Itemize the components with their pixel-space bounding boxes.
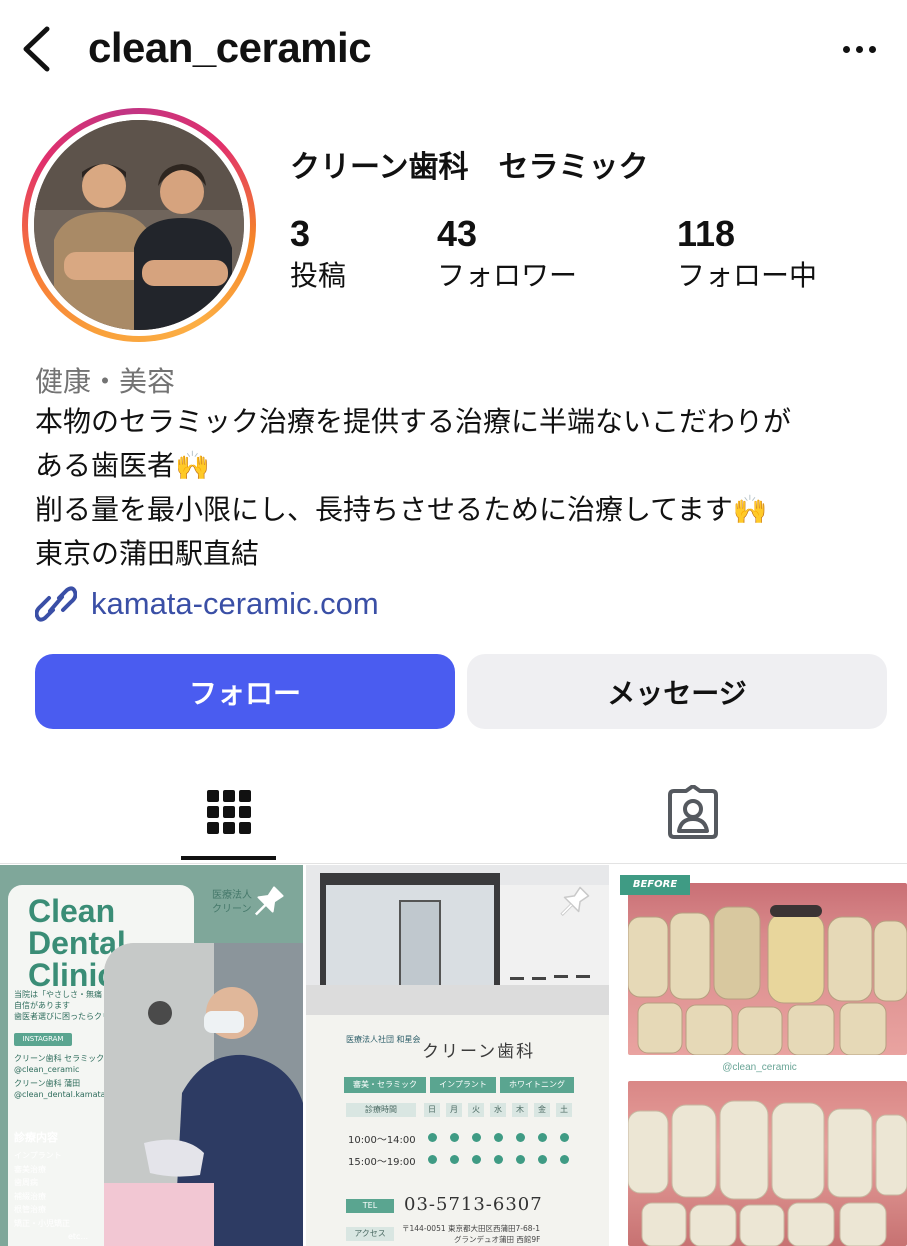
- dentist-photo: [104, 943, 303, 1246]
- tab-tagged[interactable]: [640, 760, 746, 864]
- profile-username: clean_ceramic: [88, 24, 372, 71]
- service-chip: ホワイトニング: [500, 1077, 574, 1093]
- post-tile[interactable]: BEFORE @clean_ceramic: [612, 865, 907, 1246]
- post-corner-text: 医療法人 クリーン: [212, 890, 252, 915]
- posts-count[interactable]: 3 投稿: [290, 214, 346, 294]
- instagram-tag: INSTAGRAM: [14, 1033, 72, 1046]
- bio-line: 東京の蒲田駅直結: [35, 537, 260, 570]
- back-button[interactable]: [14, 24, 58, 74]
- address: 〒144-0051 東京都大田区西蒲田7-68-1 グランデュオ蒲田 西館9F: [402, 1224, 541, 1244]
- hours-header: 診療時間: [346, 1103, 416, 1117]
- profile-link[interactable]: kamata-ceramic.com: [35, 584, 379, 624]
- followers-count[interactable]: 43 フォロワー: [437, 214, 577, 294]
- chevron-left-icon: [23, 26, 50, 72]
- services-list: インプラント 審美治療 歯周病 補綴治療 根管治療 矯正・小児矯正 etc...: [14, 1151, 89, 1241]
- display-name: クリーン歯科 セラミック: [290, 150, 649, 185]
- bio-line: 削る量を最小限にし、長持ちさせるために治療してます🙌: [35, 493, 768, 526]
- pin-icon: [254, 886, 284, 916]
- post-handle: @clean_ceramic: [722, 1062, 797, 1073]
- post-text: 自信があります: [14, 1001, 70, 1010]
- following-count-value: 118: [677, 213, 736, 254]
- profile-tabs: [0, 760, 907, 864]
- service-chip: インプラント: [430, 1077, 496, 1093]
- followers-count-label: フォロワー: [437, 259, 578, 292]
- tab-posts-grid[interactable]: [181, 760, 276, 864]
- link-url: kamata-ceramic.com: [91, 586, 379, 621]
- following-count[interactable]: 118 フォロー中: [677, 214, 817, 294]
- pin-icon: [560, 886, 590, 916]
- after-teeth-photo: [628, 1081, 907, 1246]
- hours-time: 10:00～14:00: [348, 1135, 416, 1146]
- service-chip: 審美・セラミック: [344, 1077, 426, 1093]
- tagged-person-icon: [668, 785, 718, 839]
- post-tile[interactable]: Clean Dental Clinic 当院は「やさしさ・無痛・圧倒的技術力」に…: [0, 865, 303, 1246]
- grid-icon: [206, 790, 251, 834]
- access-label: アクセス: [346, 1227, 394, 1241]
- message-button[interactable]: メッセージ: [467, 654, 887, 729]
- bio-line: ある歯医者🙌: [35, 449, 210, 482]
- before-teeth-photo: [628, 883, 907, 1055]
- followers-count-value: 43: [437, 213, 478, 254]
- profile-header: clean_ceramic: [0, 0, 907, 100]
- hours-time: 15:00～19:00: [348, 1157, 416, 1168]
- avatar: [34, 120, 244, 330]
- tel-number: 03-5713-6307: [404, 1194, 543, 1215]
- profile-category: 健康・美容: [35, 365, 176, 398]
- services-title: 診療内容: [14, 1131, 58, 1144]
- more-options-button[interactable]: [836, 34, 882, 64]
- clinic-logo-text: 医療法人社団 和星会: [346, 1035, 421, 1044]
- tel-label: TEL: [346, 1199, 394, 1213]
- bio-line: 本物のセラミック治療を提供する治療に半端ないこだわりが: [35, 405, 792, 438]
- story-ring[interactable]: [22, 108, 256, 342]
- follow-button[interactable]: フォロー: [35, 654, 455, 729]
- more-horizontal-icon: [842, 45, 850, 53]
- clinic-name: クリーン歯科: [422, 1042, 536, 1062]
- post-tile[interactable]: 医療法人社団 和星会 クリーン歯科 審美・セラミック インプラント ホワイトニン…: [306, 865, 609, 1246]
- active-tab-indicator: [181, 856, 276, 860]
- posts-grid: Clean Dental Clinic 当院は「やさしさ・無痛・圧倒的技術力」に…: [0, 865, 907, 1246]
- posts-count-value: 3: [290, 213, 311, 254]
- link-icon: [35, 586, 77, 622]
- before-label: BEFORE: [620, 875, 690, 895]
- posts-count-label: 投稿: [290, 259, 347, 292]
- profile-bio: 本物のセラミック治療を提供する治療に半端ないこだわりが ある歯医者🙌 削る量を最…: [35, 400, 895, 576]
- following-count-label: フォロー中: [677, 259, 818, 292]
